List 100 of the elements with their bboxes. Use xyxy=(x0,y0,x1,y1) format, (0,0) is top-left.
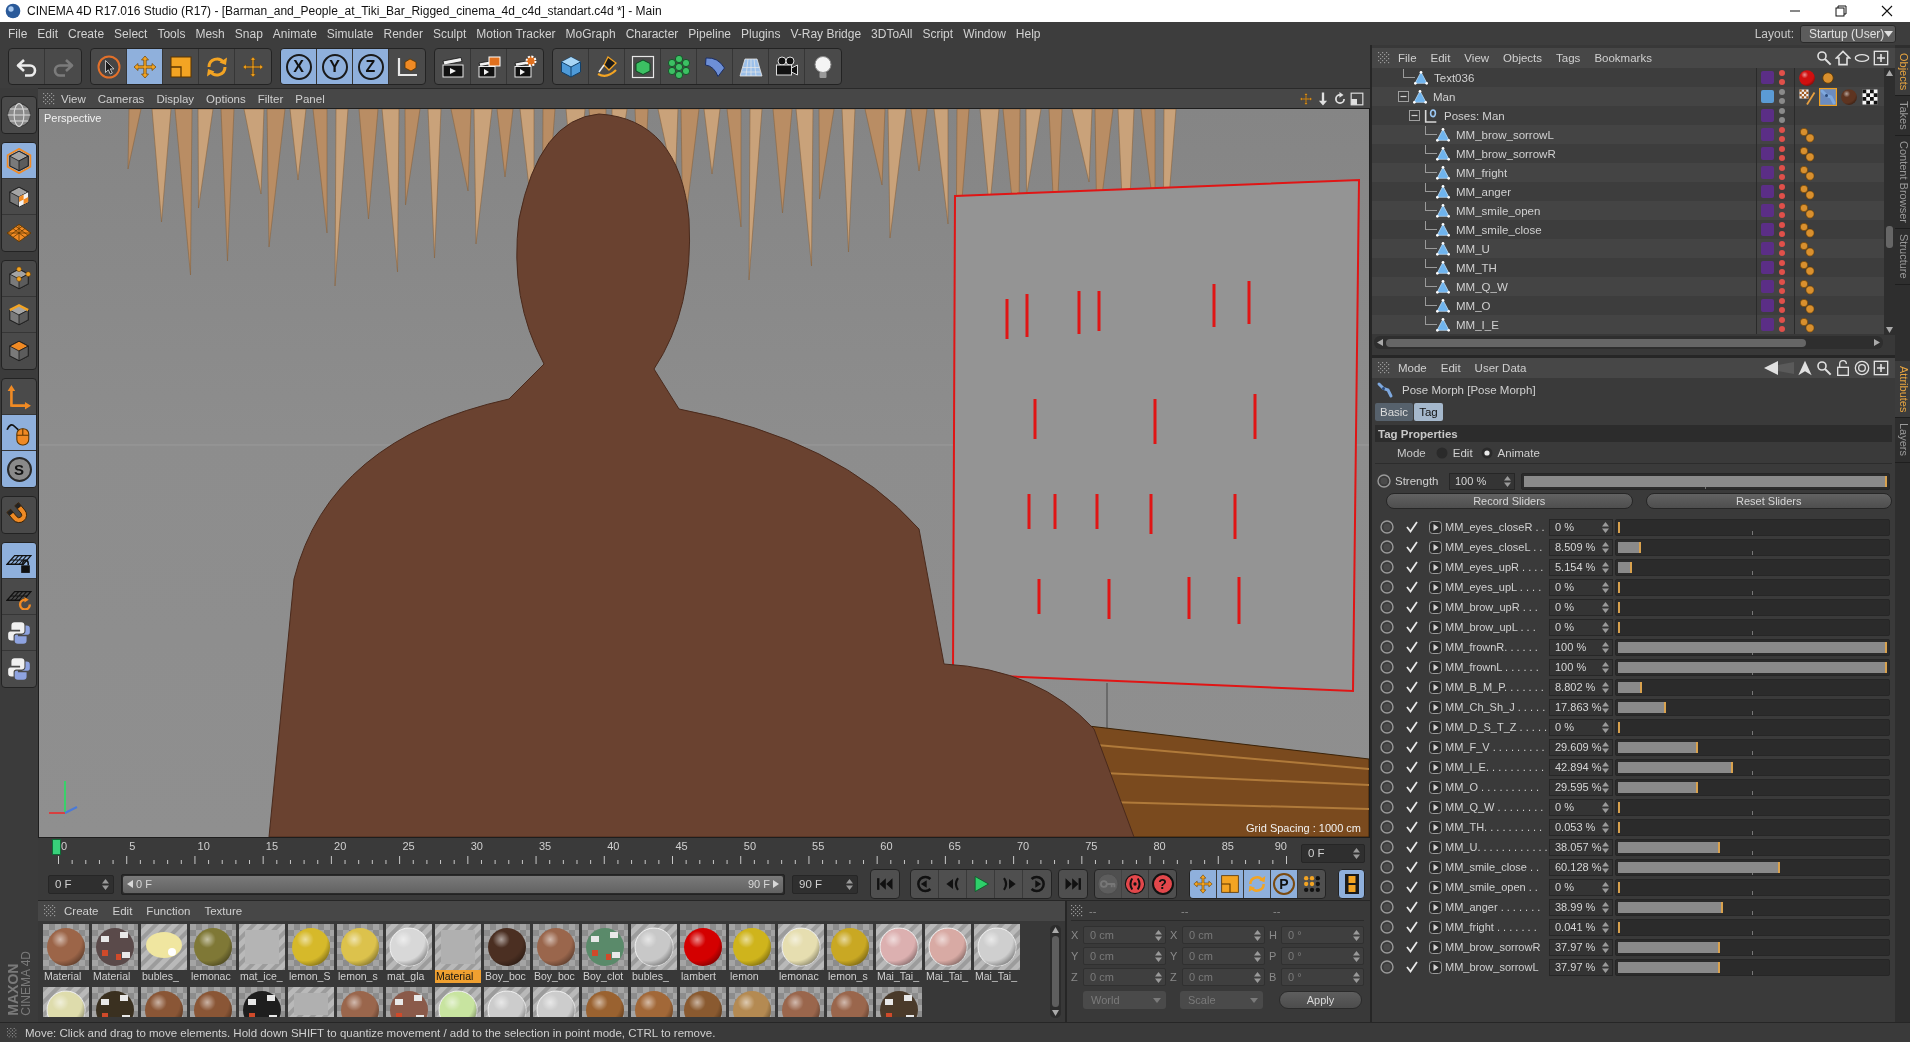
layer-swatch-icon[interactable] xyxy=(1761,90,1774,103)
dot-pair-icon[interactable] xyxy=(1798,163,1816,182)
visibility-dot-icon[interactable] xyxy=(1779,79,1785,85)
slider-track[interactable] xyxy=(1615,738,1890,756)
menu-item[interactable]: Window xyxy=(958,23,1011,44)
close-icon[interactable] xyxy=(1881,5,1893,17)
mode-button[interactable] xyxy=(1,96,37,134)
checkmark-icon[interactable] xyxy=(1406,881,1418,893)
dot-pair-icon[interactable] xyxy=(1798,258,1816,277)
visibility-dot-icon[interactable] xyxy=(1779,127,1785,133)
checkmark-icon[interactable] xyxy=(1406,801,1418,813)
object-name[interactable]: MM_fright xyxy=(1456,166,1508,179)
sphere-cluster-icon[interactable] xyxy=(666,54,691,79)
cursor-icon[interactable] xyxy=(96,54,121,79)
checkmark-icon[interactable] xyxy=(1406,761,1418,773)
frame-field[interactable]: 0 F xyxy=(1301,843,1365,863)
checkmark-icon[interactable] xyxy=(1406,901,1418,913)
menu-item[interactable]: Character xyxy=(620,23,684,44)
rotate-arrows-icon[interactable] xyxy=(204,54,229,79)
checkmark-icon[interactable] xyxy=(1406,601,1418,613)
bracket-ring-icon[interactable] xyxy=(1423,107,1439,124)
triangle-nodes-icon[interactable] xyxy=(1435,164,1451,181)
slider-track[interactable] xyxy=(1615,858,1890,876)
object-name[interactable]: MM_anger xyxy=(1456,185,1511,198)
slider-track[interactable] xyxy=(1615,698,1890,716)
menu-item[interactable]: Script xyxy=(917,23,959,44)
material-name[interactable]: mat_gla xyxy=(386,970,432,983)
target-icon[interactable] xyxy=(1854,360,1870,376)
play-box-icon[interactable] xyxy=(1428,620,1442,634)
side-tab[interactable]: Content Browser xyxy=(1895,136,1910,229)
object-name[interactable]: MM_brow_sorrowL xyxy=(1456,128,1554,141)
play-box-icon[interactable] xyxy=(1428,820,1442,834)
visibility-dot-icon[interactable] xyxy=(1779,269,1785,275)
keyframe-circle-icon[interactable] xyxy=(1380,760,1394,774)
keyframe-circle-icon[interactable] xyxy=(1380,780,1394,794)
layer-swatch-icon[interactable] xyxy=(1761,166,1774,179)
keyframe-circle-icon[interactable] xyxy=(1380,580,1394,594)
layer-swatch-icon[interactable] xyxy=(1761,242,1774,255)
layer-swatch-icon[interactable] xyxy=(1761,128,1774,141)
layer-swatch-icon[interactable] xyxy=(1761,280,1774,293)
value-field[interactable]: 29.595 % xyxy=(1549,778,1613,796)
keyframe-circle-icon[interactable] xyxy=(1380,680,1394,694)
checkmark-icon[interactable] xyxy=(1406,681,1418,693)
clapperboard-window-icon[interactable] xyxy=(476,54,501,79)
clapperboard-icon[interactable] xyxy=(440,54,465,79)
scrollbar-thumb[interactable] xyxy=(1386,338,1806,347)
menu-item[interactable]: Cameras xyxy=(91,92,151,105)
visibility-dot-icon[interactable] xyxy=(1779,70,1785,76)
material-name[interactable]: lemon_S xyxy=(288,970,334,983)
search-icon[interactable] xyxy=(1816,360,1832,376)
play-box-icon[interactable] xyxy=(1428,940,1442,954)
slider-track[interactable] xyxy=(1615,798,1890,816)
play-box-icon[interactable] xyxy=(1428,740,1442,754)
checkmark-icon[interactable] xyxy=(1406,741,1418,753)
object-name[interactable]: Man xyxy=(1433,90,1456,103)
value-field[interactable]: 0 % xyxy=(1549,878,1613,896)
checkmark-icon[interactable] xyxy=(1406,661,1418,673)
menu-item[interactable]: User Data xyxy=(1468,362,1533,374)
tab[interactable]: Tag xyxy=(1414,403,1443,421)
menu-item[interactable]: Bookmarks xyxy=(1588,52,1658,64)
frame-field[interactable]: 0 F xyxy=(48,874,114,894)
material-name[interactable]: Boy_clot xyxy=(582,970,628,983)
cross-arrows-icon[interactable] xyxy=(241,54,265,79)
triangle-nodes-icon[interactable] xyxy=(1435,202,1451,219)
menu-item[interactable]: Filter xyxy=(251,92,290,105)
menu-item[interactable]: Select xyxy=(109,23,153,44)
keyframe-circle-icon[interactable] xyxy=(1380,900,1394,914)
scroll-up-icon[interactable] xyxy=(1886,70,1893,76)
triangle-nodes-icon[interactable] xyxy=(1435,278,1451,295)
menu-item[interactable]: 3DToAll xyxy=(866,23,918,44)
triangle-nodes-icon[interactable] xyxy=(1435,126,1451,143)
menu-item[interactable]: Mesh xyxy=(190,23,230,44)
material-name[interactable]: lambert xyxy=(680,970,726,983)
material-name[interactable]: lemon xyxy=(729,970,775,983)
value-field[interactable]: 5.154 % xyxy=(1549,558,1613,576)
keyframe-circle-icon[interactable] xyxy=(1380,620,1394,634)
material-name[interactable]: lemon_s xyxy=(337,970,383,983)
slider-track[interactable] xyxy=(1615,838,1890,856)
object-name[interactable]: Poses: Man xyxy=(1444,109,1505,122)
menu-item[interactable]: Edit xyxy=(32,23,64,44)
layer-swatch-icon[interactable] xyxy=(1761,223,1774,236)
menu-item[interactable]: Function xyxy=(140,905,197,917)
layer-swatch-icon[interactable] xyxy=(1761,299,1774,312)
value-field[interactable]: 37.97 % xyxy=(1549,958,1613,976)
menu-item[interactable]: Render xyxy=(378,23,428,44)
collapse-box-icon[interactable] xyxy=(1398,91,1409,102)
value-field[interactable]: 0 % xyxy=(1549,798,1613,816)
visibility-dot-icon[interactable] xyxy=(1779,260,1785,266)
tab[interactable]: Basic xyxy=(1375,403,1414,421)
material-preview-icon[interactable] xyxy=(239,987,285,1017)
dot-pair-icon[interactable] xyxy=(1798,125,1816,144)
menu-item[interactable]: Edit xyxy=(1434,362,1467,374)
checkmark-icon[interactable] xyxy=(1406,961,1418,973)
radio-icon[interactable] xyxy=(1480,446,1493,459)
cage-cube-icon[interactable] xyxy=(630,54,655,79)
object-name[interactable]: MM_TH xyxy=(1456,261,1497,274)
menu-item[interactable]: Sculpt xyxy=(427,23,472,44)
value-field[interactable]: 38.057 % xyxy=(1549,838,1613,856)
menu-item[interactable]: Options xyxy=(200,92,252,105)
play-box-icon[interactable] xyxy=(1428,880,1442,894)
